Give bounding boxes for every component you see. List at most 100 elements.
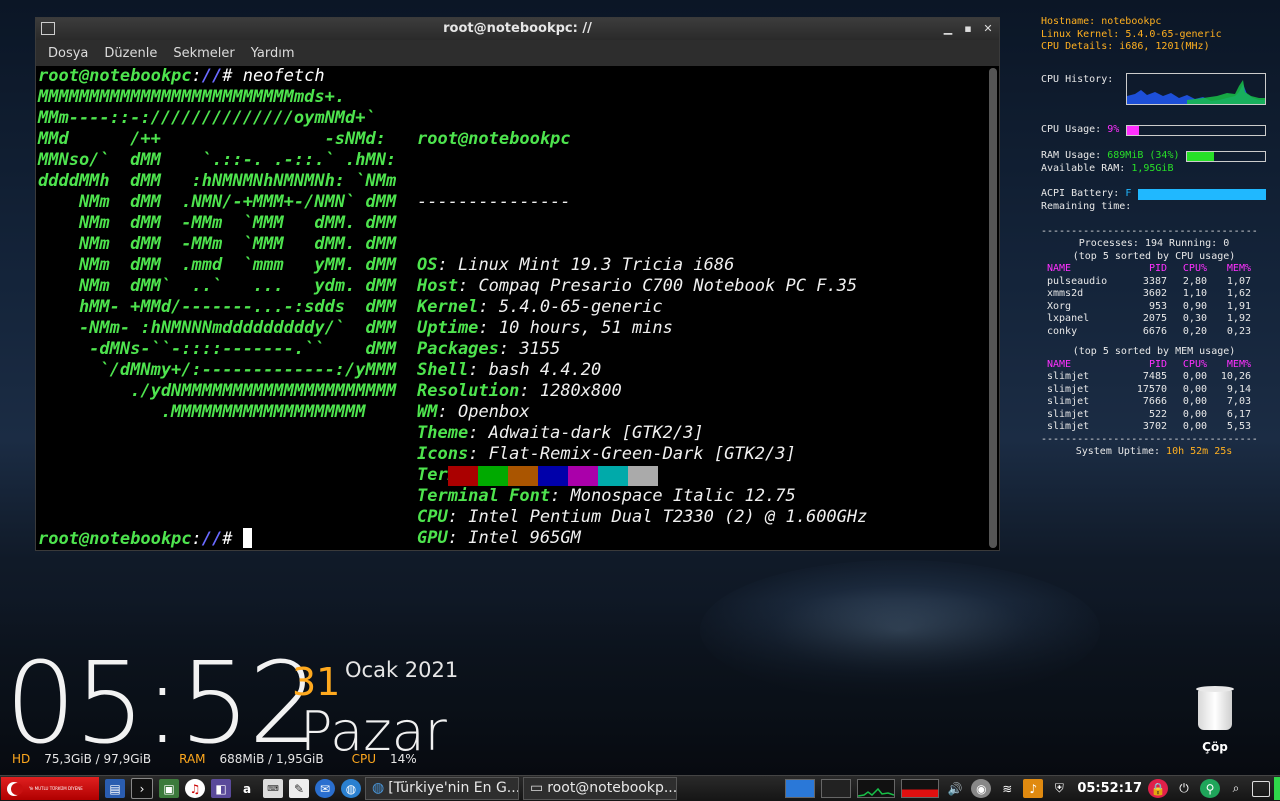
menu-file[interactable]: Dosya — [40, 46, 96, 61]
trash-icon[interactable] — [1196, 686, 1234, 730]
terminal-output[interactable]: root@notebookpc://# neofetch MMMMMMMMMMM… — [36, 66, 986, 550]
top-mem-title: (top 5 sorted by MEM usage) — [1072, 346, 1236, 357]
taskbar: Ye MUTLU TÜRKÜM DİYENE ▤ › ▣ ♫ ◧ a ⌨ ✎ ✉… — [0, 775, 1280, 801]
text-tool-icon[interactable]: a — [237, 779, 257, 798]
info-key: Kernel — [417, 297, 479, 317]
maximize-icon[interactable]: ▪ — [961, 22, 975, 36]
volume-icon[interactable]: 🔊 — [945, 779, 965, 798]
info-value: Monospace Italic 12.75 — [570, 486, 796, 506]
process-cell: 6,17 — [1226, 408, 1251, 420]
lock-icon[interactable]: 🔒 — [1148, 779, 1168, 798]
process-cell: slimjet — [1047, 383, 1090, 395]
info-value: 3155 — [519, 339, 561, 359]
taskbar-clock[interactable]: 05:52:17 — [1077, 781, 1142, 796]
info-key: Theme — [417, 423, 469, 443]
process-cell: 0,00 — [1182, 396, 1207, 407]
terminal-scrollbar[interactable] — [989, 68, 997, 548]
desktop-pager-1[interactable] — [785, 779, 816, 798]
disk-icon[interactable]: ◉ — [971, 779, 992, 798]
prompt-user: root@notebookpc — [38, 66, 192, 86]
process-cell: 0,23 — [1226, 325, 1251, 337]
music-icon[interactable]: ♪ — [1023, 779, 1044, 798]
ram-monitor-applet[interactable] — [901, 779, 940, 798]
ram-label: RAM — [179, 752, 206, 766]
battery-row: ACPI Battery: F — [1041, 188, 1267, 201]
taskbar-task[interactable]: ▭ root@notebookp... — [523, 777, 677, 800]
start-menu-button[interactable]: Ye MUTLU TÜRKÜM DİYENE — [1, 777, 99, 800]
mail-icon[interactable]: ✉ — [315, 779, 335, 798]
screenshot-icon[interactable]: ◧ — [211, 779, 231, 798]
location-icon[interactable]: ⚲ — [1200, 779, 1220, 798]
ascii-line: MMMMMMMMMMMMMMMMMMMMMMMMMmds+. — [38, 87, 346, 107]
menu-edit[interactable]: Düzenle — [96, 46, 165, 61]
process-cell: 10,26 — [1220, 371, 1251, 382]
scroll-thumb[interactable] — [989, 68, 997, 548]
info-key: Terminal Font — [417, 486, 551, 506]
process-cell: 1,91 — [1226, 300, 1251, 312]
process-cell: 7485 — [1142, 371, 1167, 382]
cpu-monitor-applet[interactable] — [857, 779, 896, 798]
info-key: Resolution — [417, 381, 520, 401]
process-cell: 1,07 — [1226, 275, 1251, 287]
process-cell: 2,80 — [1182, 275, 1207, 287]
ascii-line: ./ydNMMMMMMMMMMMMMMMMMMMMM — [38, 381, 397, 401]
available-ram-row: Available RAM: 1,95GiB — [1041, 162, 1174, 174]
cpu-usage-bar — [1126, 124, 1266, 136]
close-icon[interactable]: ✕ — [981, 22, 995, 36]
audio-player-icon[interactable]: ♫ — [185, 779, 205, 798]
info-key: OS — [417, 255, 438, 275]
taskbar-edge-indicator — [1274, 777, 1280, 800]
ascii-line: MMd /++ -sNMd: — [38, 129, 386, 149]
process-row: pulseaudio 3387 2,80 1,07 — [1041, 276, 1267, 289]
process-cell: 3702 — [1142, 421, 1167, 432]
desktop-pager-2[interactable] — [821, 779, 852, 798]
info-value: 10 hours, 51 mins — [498, 318, 673, 338]
text-editor-icon[interactable]: ✎ — [289, 779, 309, 798]
power-icon[interactable]: ⏻ — [1174, 779, 1194, 798]
terminal-window-icon[interactable] — [41, 22, 55, 35]
file-manager-icon[interactable]: ▤ — [105, 779, 125, 798]
active-prompt-line[interactable]: root@notebookpc://# — [38, 528, 252, 550]
terminal-titlebar[interactable]: root@notebookpc: // ▁ ▪ ✕ — [36, 18, 999, 40]
taskbar-task[interactable]: ◍ [Türkiye'nin En G... — [365, 777, 519, 800]
minimize-icon[interactable]: ▁ — [941, 22, 955, 36]
terminal-window[interactable]: root@notebookpc: // ▁ ▪ ✕ Dosya Düzenle … — [35, 17, 1000, 551]
info-key: Host — [417, 276, 458, 296]
text-cursor — [242, 528, 252, 548]
cpu-history-graph — [1126, 73, 1266, 105]
color-swatch — [478, 466, 508, 486]
ascii-line: ddddMMh dMM :hNMNMNhNMNMNh: `NMm — [38, 171, 397, 191]
shield-icon[interactable]: ⛨ — [1049, 779, 1069, 798]
process-row: conky 6676 0,20 0,23 — [1041, 326, 1267, 339]
trash-label: Çöp — [1202, 740, 1228, 754]
battery-bar — [1138, 189, 1266, 200]
info-underline: --------------- — [417, 192, 571, 212]
ascii-line: MMm----::-://////////////oymNMd+` — [38, 108, 376, 128]
uptime-row: System Uptime: 10h 52m 25s — [1075, 446, 1233, 457]
processes-line: Processes: 194 Running: 0 — [1078, 238, 1230, 249]
ascii-line: NMm dMM` ..` ... ydm. dMM — [38, 276, 397, 296]
show-desktop-icon[interactable] — [1252, 780, 1270, 797]
menu-tabs[interactable]: Sekmeler — [165, 46, 242, 61]
terminal-launcher-icon[interactable]: › — [131, 778, 153, 799]
process-row: slimjet 522 0,00 6,17 — [1041, 409, 1267, 422]
network-icon[interactable]: ≋ — [997, 779, 1017, 798]
browser-icon[interactable]: ◍ — [341, 779, 361, 798]
ascii-line: MMNso/` dMM `.::-. .-::.` .hMN: — [38, 150, 397, 170]
menu-help[interactable]: Yardım — [243, 46, 303, 61]
turkish-flag-icon — [7, 781, 23, 796]
process-cell: 1,92 — [1226, 313, 1251, 324]
search-icon[interactable]: ⌕ — [1226, 779, 1246, 798]
keyboard-icon[interactable]: ⌨ — [263, 779, 283, 798]
start-text: Ye MUTLU TÜRKÜM DİYENE — [29, 786, 83, 791]
process-cell: 0,00 — [1182, 383, 1207, 395]
trash-desktop-icon[interactable]: Çöp — [1190, 686, 1240, 754]
info-row: Uptime: 10 hours, 51 mins — [417, 318, 673, 338]
top-mem-header: NAME PID CPU% MEM% — [1047, 358, 1251, 370]
process-cell: 953 — [1148, 300, 1167, 312]
process-cell: 17570 — [1136, 383, 1167, 395]
image-viewer-icon[interactable]: ▣ — [159, 779, 179, 798]
remaining-time-row: Remaining time: — [1041, 201, 1132, 212]
process-cell: slimjet — [1047, 396, 1090, 407]
prompt-path: // — [201, 66, 223, 86]
